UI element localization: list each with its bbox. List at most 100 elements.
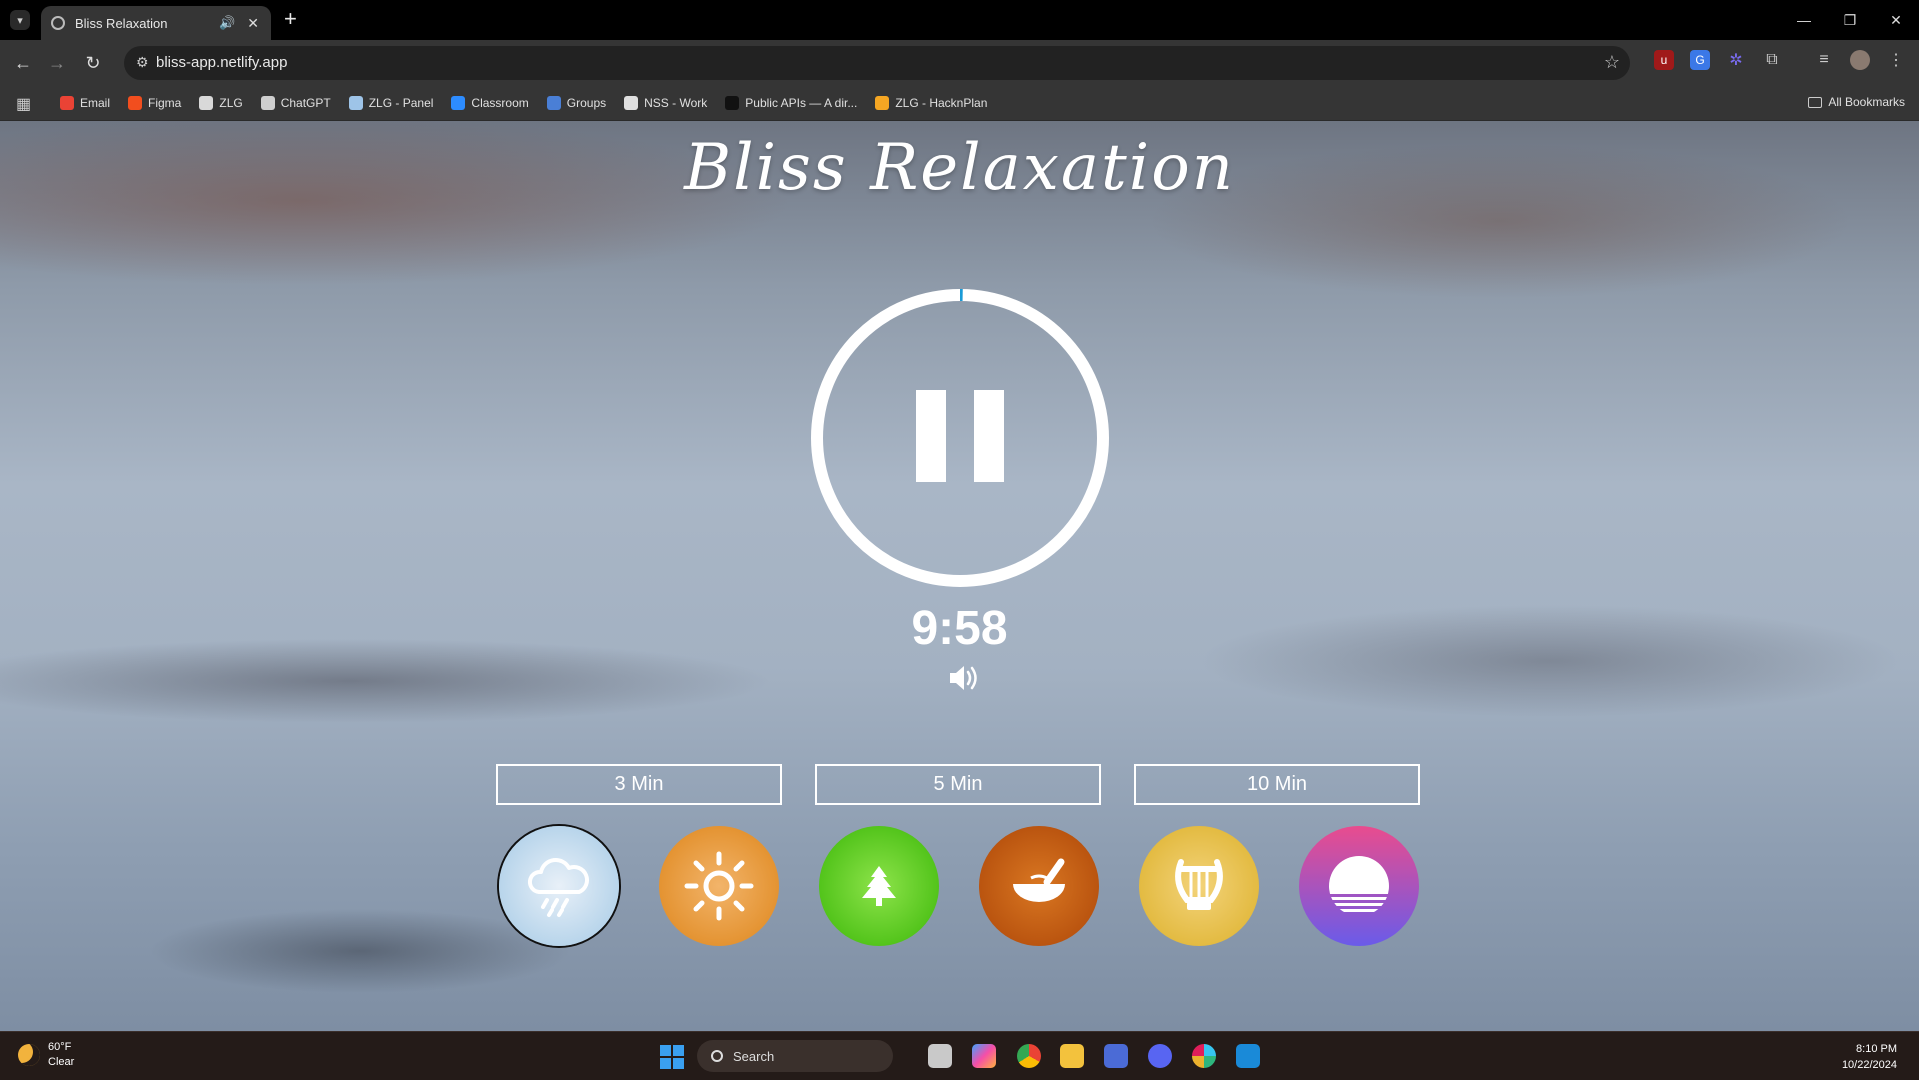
bookmark-item[interactable]: ZLG - Panel xyxy=(348,96,434,110)
weather-text: 60°F Clear xyxy=(48,1040,74,1070)
lyre-icon xyxy=(1175,859,1223,910)
clock-time: 8:10 PM xyxy=(1856,1043,1897,1055)
browser-toolbar: ← → ↻ ⚙ bliss-app.netlify.app ☆ u G ✲ ⧉ … xyxy=(0,40,1919,86)
new-tab-button[interactable]: + xyxy=(284,6,297,32)
tab-bliss[interactable]: Bliss Relaxation 🔊 ✕ xyxy=(41,6,271,40)
duration-selector: 3 Min 5 Min 10 Min xyxy=(496,764,1424,808)
bookmark-star-icon[interactable]: ☆ xyxy=(1604,52,1620,73)
apps-grid-icon[interactable]: ▦ xyxy=(16,94,31,114)
sunset-icon xyxy=(1329,856,1389,912)
reload-button[interactable]: ↻ xyxy=(80,50,106,76)
close-tab-icon[interactable]: ✕ xyxy=(247,15,259,32)
minimize-button[interactable]: — xyxy=(1781,0,1827,40)
site-info-icon[interactable]: ⚙ xyxy=(136,54,149,71)
speaker-icon[interactable]: 🔊 xyxy=(219,15,235,31)
pause-icon-bar xyxy=(974,390,1004,482)
extensions-puzzle-icon[interactable]: ⧉ xyxy=(1762,50,1782,70)
menu-kebab-icon[interactable]: ⋮ xyxy=(1886,50,1906,70)
bookmark-item[interactable]: ChatGPT xyxy=(260,96,331,110)
bookmark-label: ZLG - Panel xyxy=(368,96,434,110)
address-bar[interactable]: ⚙ bliss-app.netlify.app ☆ xyxy=(124,46,1630,80)
bookmarks-bar: ▦ Email Figma ZLG ChatGPT ZLG - Panel Classro… xyxy=(0,86,1919,121)
sunset-sound-button[interactable] xyxy=(1299,826,1419,946)
discord-icon[interactable] xyxy=(1148,1044,1172,1068)
tab-title: Bliss Relaxation xyxy=(75,15,168,31)
bookmark-item[interactable]: ZLG - HacknPlan xyxy=(875,96,987,110)
restore-button[interactable]: ❐ xyxy=(1827,0,1873,40)
slack-icon[interactable] xyxy=(1192,1044,1216,1068)
bookmark-item[interactable]: Public APIs — A dir... xyxy=(725,96,857,110)
bookmark-item[interactable]: Email xyxy=(60,96,110,110)
system-clock[interactable]: 8:10 PM 10/22/2024 xyxy=(1842,1041,1897,1073)
all-bookmarks-label: All Bookmarks xyxy=(1828,95,1905,109)
bookmark-item[interactable]: Figma xyxy=(128,96,181,110)
rain-sound-button[interactable] xyxy=(499,826,619,946)
url-text[interactable]: bliss-app.netlify.app xyxy=(156,54,287,71)
tree-icon xyxy=(862,866,896,906)
tab-search-icon[interactable]: ▾ xyxy=(10,10,30,30)
bookmark-label: Public APIs — A dir... xyxy=(745,96,858,110)
vscode-icon[interactable] xyxy=(1236,1044,1260,1068)
media-controls-icon[interactable]: ≡ xyxy=(1814,50,1834,70)
weather-condition: Clear xyxy=(48,1056,75,1068)
play-pause-button[interactable] xyxy=(809,287,1111,589)
bookmark-label: ZLG - HacknPlan xyxy=(895,96,988,110)
folder-icon xyxy=(1808,96,1823,108)
bookmark-favicon-icon xyxy=(451,96,466,110)
bookmark-label: ZLG xyxy=(219,96,243,110)
bookmark-label: NSS - Work xyxy=(644,96,708,110)
task-view-icon[interactable] xyxy=(928,1044,952,1068)
bookmark-favicon-icon xyxy=(348,96,363,110)
bookmark-label: ChatGPT xyxy=(280,96,331,110)
harp-sound-button[interactable] xyxy=(1139,826,1259,946)
snowflake-extension-icon[interactable]: ✲ xyxy=(1726,50,1746,70)
app-logo-title: Bliss Relaxation xyxy=(684,131,1235,205)
sun-sound-button[interactable] xyxy=(659,826,779,946)
moon-icon xyxy=(18,1044,40,1066)
all-bookmarks-button[interactable]: All Bookmarks xyxy=(1808,95,1905,109)
search-icon xyxy=(711,1050,723,1062)
copilot-icon[interactable] xyxy=(972,1044,996,1068)
bookmark-label: Classroom xyxy=(471,96,529,110)
close-window-button[interactable]: ✕ xyxy=(1873,0,1919,40)
taskbar-search[interactable]: Search xyxy=(697,1040,893,1072)
bookmark-item[interactable]: Classroom xyxy=(451,96,529,110)
globe-icon xyxy=(51,16,65,30)
pause-icon xyxy=(916,390,946,482)
profile-avatar[interactable] xyxy=(1850,50,1870,70)
bookmark-list: Email Figma ZLG ChatGPT ZLG - Panel Classroom… xyxy=(60,86,987,120)
bookmark-favicon-icon xyxy=(624,96,639,110)
clock-date: 10/22/2024 xyxy=(1841,1059,1897,1071)
window-controls: — ❐ ✕ xyxy=(1781,0,1919,40)
bowl-sound-button[interactable] xyxy=(979,826,1099,946)
bookmark-item[interactable]: ZLG xyxy=(199,96,243,110)
teams-icon[interactable] xyxy=(1104,1044,1128,1068)
volume-icon[interactable] xyxy=(946,661,980,695)
bookmark-item[interactable]: NSS - Work xyxy=(624,96,707,110)
forward-button[interactable]: → xyxy=(44,50,70,76)
tab-bar: ▾ Bliss Relaxation 🔊 ✕ + — ❐ ✕ xyxy=(0,0,1919,40)
search-label: Search xyxy=(733,1048,775,1064)
duration-3min-button[interactable]: 3 Min xyxy=(496,764,782,805)
bookmark-favicon-icon xyxy=(128,96,143,110)
bookmark-favicon-icon xyxy=(60,96,74,110)
duration-5min-button[interactable]: 5 Min xyxy=(815,764,1101,805)
windows-start-icon[interactable] xyxy=(660,1045,684,1069)
translate-extension-icon[interactable]: G xyxy=(1690,50,1710,70)
bookmark-favicon-icon xyxy=(875,96,890,110)
bliss-page: Bliss Relaxation 9:58 3 Min 5 Min 10 Min xyxy=(0,121,1919,1031)
temperature: 60°F xyxy=(48,1041,72,1053)
duration-10min-button[interactable]: 10 Min xyxy=(1134,764,1420,805)
file-explorer-icon[interactable] xyxy=(1060,1044,1084,1068)
bookmark-item[interactable]: Groups xyxy=(546,96,606,110)
progress-ring xyxy=(811,289,1109,587)
ublock-extension-icon[interactable]: u xyxy=(1654,50,1674,70)
forest-sound-button[interactable] xyxy=(819,826,939,946)
timer-display: 9:58 xyxy=(911,602,1008,655)
bookmark-favicon-icon xyxy=(199,96,214,110)
sound-selector xyxy=(499,826,1421,946)
chrome-icon[interactable] xyxy=(1017,1044,1041,1068)
weather-widget[interactable]: 60°F Clear xyxy=(18,1040,74,1070)
back-button[interactable]: ← xyxy=(10,50,36,76)
bookmark-label: Figma xyxy=(148,96,182,110)
